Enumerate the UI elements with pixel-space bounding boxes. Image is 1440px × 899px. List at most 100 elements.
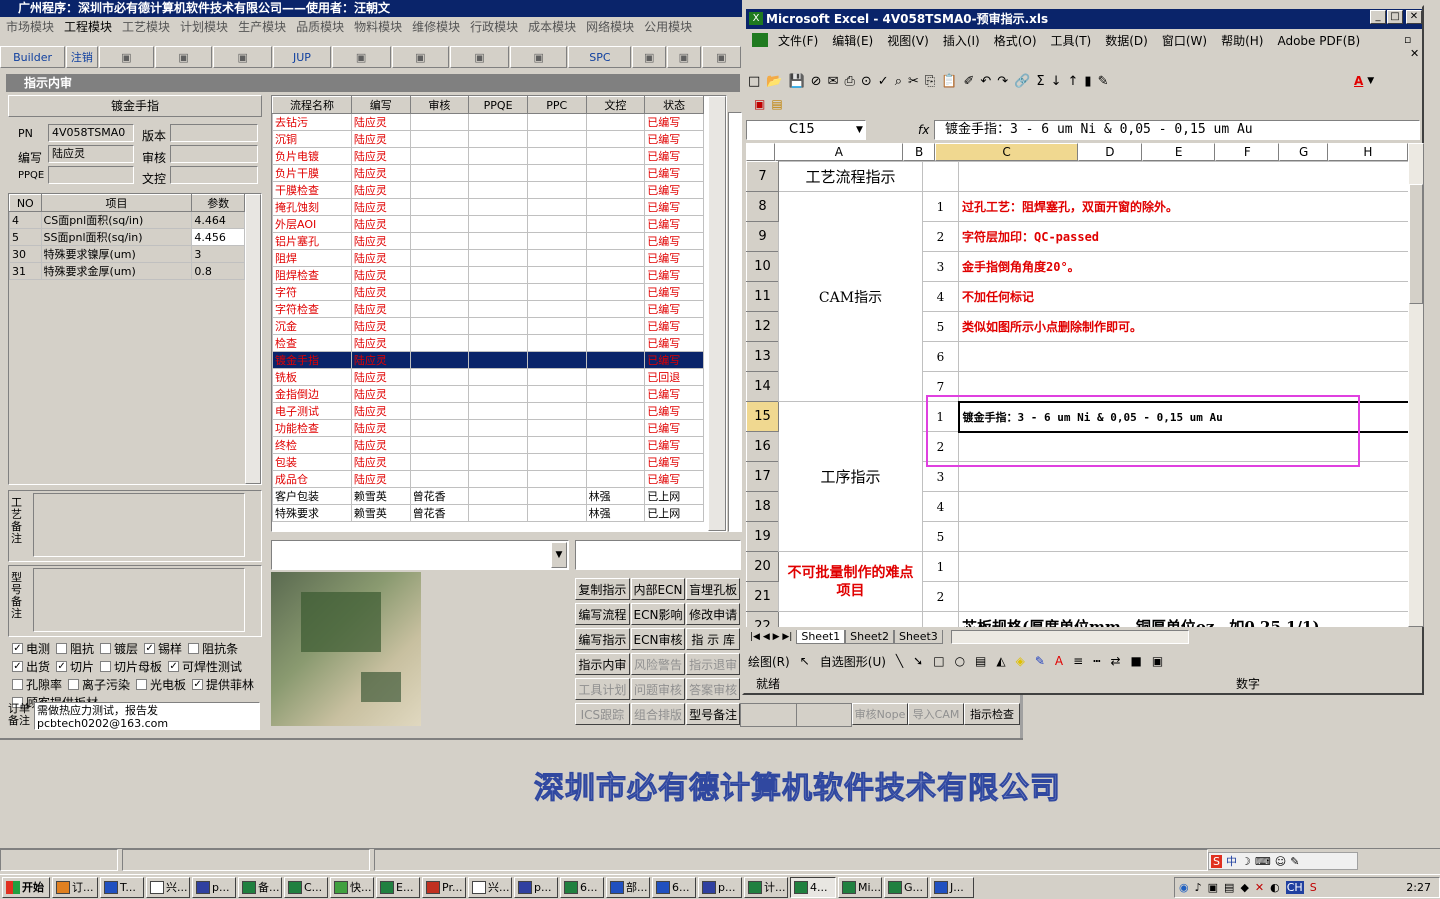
vscroll-thumb[interactable] bbox=[1409, 184, 1423, 304]
flow-row[interactable]: 外层AOI 陆应灵 已编写 bbox=[272, 215, 704, 233]
flow-cell[interactable] bbox=[585, 453, 646, 471]
function-icon[interactable]: fx bbox=[918, 123, 929, 137]
column-header-G[interactable]: G bbox=[1279, 143, 1328, 161]
flow-cell[interactable] bbox=[526, 385, 587, 403]
main-toolbar[interactable]: Builder 注销 ▣ ▣ ▣ JUP ▣ ▣ ▣ ▣ SPC ▣ ▣ ▣ bbox=[0, 46, 742, 70]
cell-c-text[interactable] bbox=[958, 551, 1408, 582]
line-icon[interactable]: ╲ bbox=[896, 654, 903, 668]
module-menu[interactable]: 市场模块 工程模块 工艺模块 计划模块 生产模块 品质模块 物料模块 维修模块 行政模块 成本模块… bbox=[0, 17, 742, 38]
params-cell[interactable]: 3 bbox=[191, 245, 245, 263]
excel-app-icon[interactable]: X bbox=[749, 12, 763, 25]
cell-c-text[interactable] bbox=[958, 581, 1408, 612]
checkbox-box[interactable]: ✓ bbox=[56, 661, 68, 672]
flow-cell[interactable]: 铣板 bbox=[272, 368, 352, 386]
flow-cell[interactable]: 陆应灵 bbox=[350, 198, 411, 216]
flow-cell[interactable] bbox=[409, 334, 470, 352]
flow-cell[interactable]: 陆应灵 bbox=[350, 266, 411, 284]
excel-window[interactable]: Microsoft Excel - 4V058TSMA0-预审指示.xls X … bbox=[742, 5, 1424, 695]
flow-cell[interactable]: 陆应灵 bbox=[350, 436, 411, 454]
flow-cell[interactable] bbox=[526, 436, 587, 454]
flow-cell[interactable] bbox=[409, 147, 470, 165]
flow-cell[interactable]: 特殊要求 bbox=[272, 504, 352, 522]
flow-cell[interactable]: 沉铜 bbox=[272, 130, 352, 148]
toolbar-button-4[interactable]: ▣ bbox=[213, 46, 273, 68]
flow-cell[interactable]: 陆应灵 bbox=[350, 402, 411, 420]
line-style-icon[interactable]: ≡ bbox=[1073, 654, 1083, 668]
flow-cell[interactable]: 陆应灵 bbox=[350, 453, 411, 471]
flow-cell[interactable] bbox=[585, 198, 646, 216]
cell-c-text[interactable]: 不加任何标记 bbox=[958, 281, 1408, 312]
params-cell[interactable]: 特殊要求金厚(um) bbox=[40, 262, 193, 280]
flow-cell[interactable]: 已编写 bbox=[644, 402, 704, 420]
save-icon[interactable]: 💾 bbox=[788, 74, 804, 89]
taskbar-item-1[interactable]: T... bbox=[100, 876, 144, 898]
flow-scrollbar[interactable] bbox=[708, 96, 726, 531]
column-header-E[interactable]: E bbox=[1142, 143, 1216, 161]
params-cell[interactable]: 30 bbox=[9, 245, 42, 263]
flow-cell[interactable] bbox=[468, 317, 528, 335]
flow-select[interactable]: ▼ bbox=[271, 540, 569, 570]
toolbar-button-0[interactable]: Builder bbox=[0, 46, 66, 68]
flow-cell[interactable] bbox=[409, 283, 470, 301]
name-box[interactable]: C15 bbox=[746, 120, 866, 140]
action-button[interactable]: 指 示 库 bbox=[686, 628, 741, 650]
taskbar-item-4[interactable]: 备... bbox=[238, 876, 282, 898]
tray-icon-5[interactable]: ◐ bbox=[1270, 881, 1280, 894]
menu-item-10[interactable]: 网络模块 bbox=[586, 17, 634, 38]
flow-row[interactable]: 阻焊检查 陆应灵 已编写 bbox=[272, 266, 704, 284]
flow-cell[interactable] bbox=[409, 453, 470, 471]
taskbar-item-10[interactable]: p... bbox=[514, 876, 558, 898]
menu-item-3[interactable]: 计划模块 bbox=[180, 17, 228, 38]
checkbox-box[interactable]: ✓ bbox=[12, 643, 23, 654]
flow-cell[interactable]: 已编写 bbox=[644, 385, 704, 403]
flow-header-1[interactable]: 编写 bbox=[350, 96, 411, 114]
excel-menu-5[interactable]: 工具(T) bbox=[1051, 31, 1092, 51]
autoshape-menu[interactable]: 自选图形(U) bbox=[820, 653, 886, 670]
params-row[interactable]: 5 SS面pnl面积(sq/in) 4.456 bbox=[9, 228, 245, 246]
flow-cell[interactable]: 陆应灵 bbox=[350, 181, 411, 199]
cell-process-label[interactable]: 工序指示 bbox=[778, 401, 923, 552]
flow-row[interactable]: 功能检查 陆应灵 已编写 bbox=[272, 419, 704, 437]
tray-icon-6[interactable]: S bbox=[1310, 881, 1317, 894]
row-header-22[interactable]: 22 bbox=[746, 611, 779, 627]
flow-cell[interactable] bbox=[468, 113, 528, 131]
flow-cell[interactable]: 客户包装 bbox=[272, 487, 352, 505]
flow-header-2[interactable]: 审核 bbox=[409, 96, 470, 114]
flow-cell[interactable] bbox=[585, 113, 646, 131]
ppqe-field[interactable] bbox=[48, 166, 134, 184]
flow-cell[interactable] bbox=[409, 164, 470, 182]
row-header-21[interactable]: 21 bbox=[746, 581, 779, 612]
taskbar[interactable]: 开始 订... T... 兴... p... 备... C... 快... E... Pr...… bbox=[0, 874, 1440, 899]
flow-cell[interactable] bbox=[526, 181, 587, 199]
flow-cell[interactable]: 林强 bbox=[585, 504, 646, 522]
flow-cell[interactable] bbox=[526, 470, 587, 488]
flow-cell[interactable]: 陆应灵 bbox=[350, 300, 411, 318]
cell-c-text[interactable]: 金手指倒角角度20°。 bbox=[958, 251, 1408, 282]
sheet-body[interactable]: 7 工艺流程指示 8 CAM指示 1 过孔工艺：阻焊塞孔，双面开窗的除外。 9 2 字符层加印：… bbox=[746, 161, 1408, 627]
close-icon[interactable]: ✕ bbox=[1406, 10, 1422, 24]
checkbox-锡样[interactable]: ✓ 锡样 bbox=[144, 640, 182, 657]
menu-item-11[interactable]: 公用模块 bbox=[644, 17, 692, 38]
flow-cell[interactable] bbox=[468, 249, 528, 267]
flow-cell[interactable] bbox=[468, 300, 528, 318]
cell-b-num[interactable]: 5 bbox=[922, 521, 959, 552]
flow-cell[interactable] bbox=[585, 266, 646, 284]
flow-row[interactable]: 干膜检查 陆应灵 已编写 bbox=[272, 181, 704, 199]
flow-cell[interactable]: 林强 bbox=[585, 487, 646, 505]
action-button[interactable]: 盲埋孔板 bbox=[686, 578, 741, 600]
action-button[interactable]: 复制指示 bbox=[575, 578, 630, 600]
taskbar-item-19[interactable]: J... bbox=[930, 876, 974, 898]
cell-c-text[interactable]: 过孔工艺：阻焊塞孔，双面开窗的除外。 bbox=[958, 191, 1408, 222]
flow-cell[interactable]: 陆应灵 bbox=[350, 249, 411, 267]
excel-menu-8[interactable]: 帮助(H) bbox=[1221, 31, 1263, 51]
checkbox-切片[interactable]: ✓ 切片 bbox=[56, 658, 94, 675]
flow-cell[interactable] bbox=[409, 198, 470, 216]
flow-cell[interactable]: 镀金手指 bbox=[272, 351, 352, 369]
flow-row[interactable]: 去钻污 陆应灵 已编写 bbox=[272, 113, 704, 131]
review-field[interactable] bbox=[170, 145, 258, 163]
model-note-box[interactable]: 型号备注 bbox=[8, 565, 262, 637]
flow-row[interactable]: 阻焊 陆应灵 已编写 bbox=[272, 249, 704, 267]
dash-style-icon[interactable]: ┅ bbox=[1093, 654, 1100, 668]
shadow-icon[interactable]: ■ bbox=[1131, 654, 1142, 668]
flow-cell[interactable] bbox=[526, 266, 587, 284]
